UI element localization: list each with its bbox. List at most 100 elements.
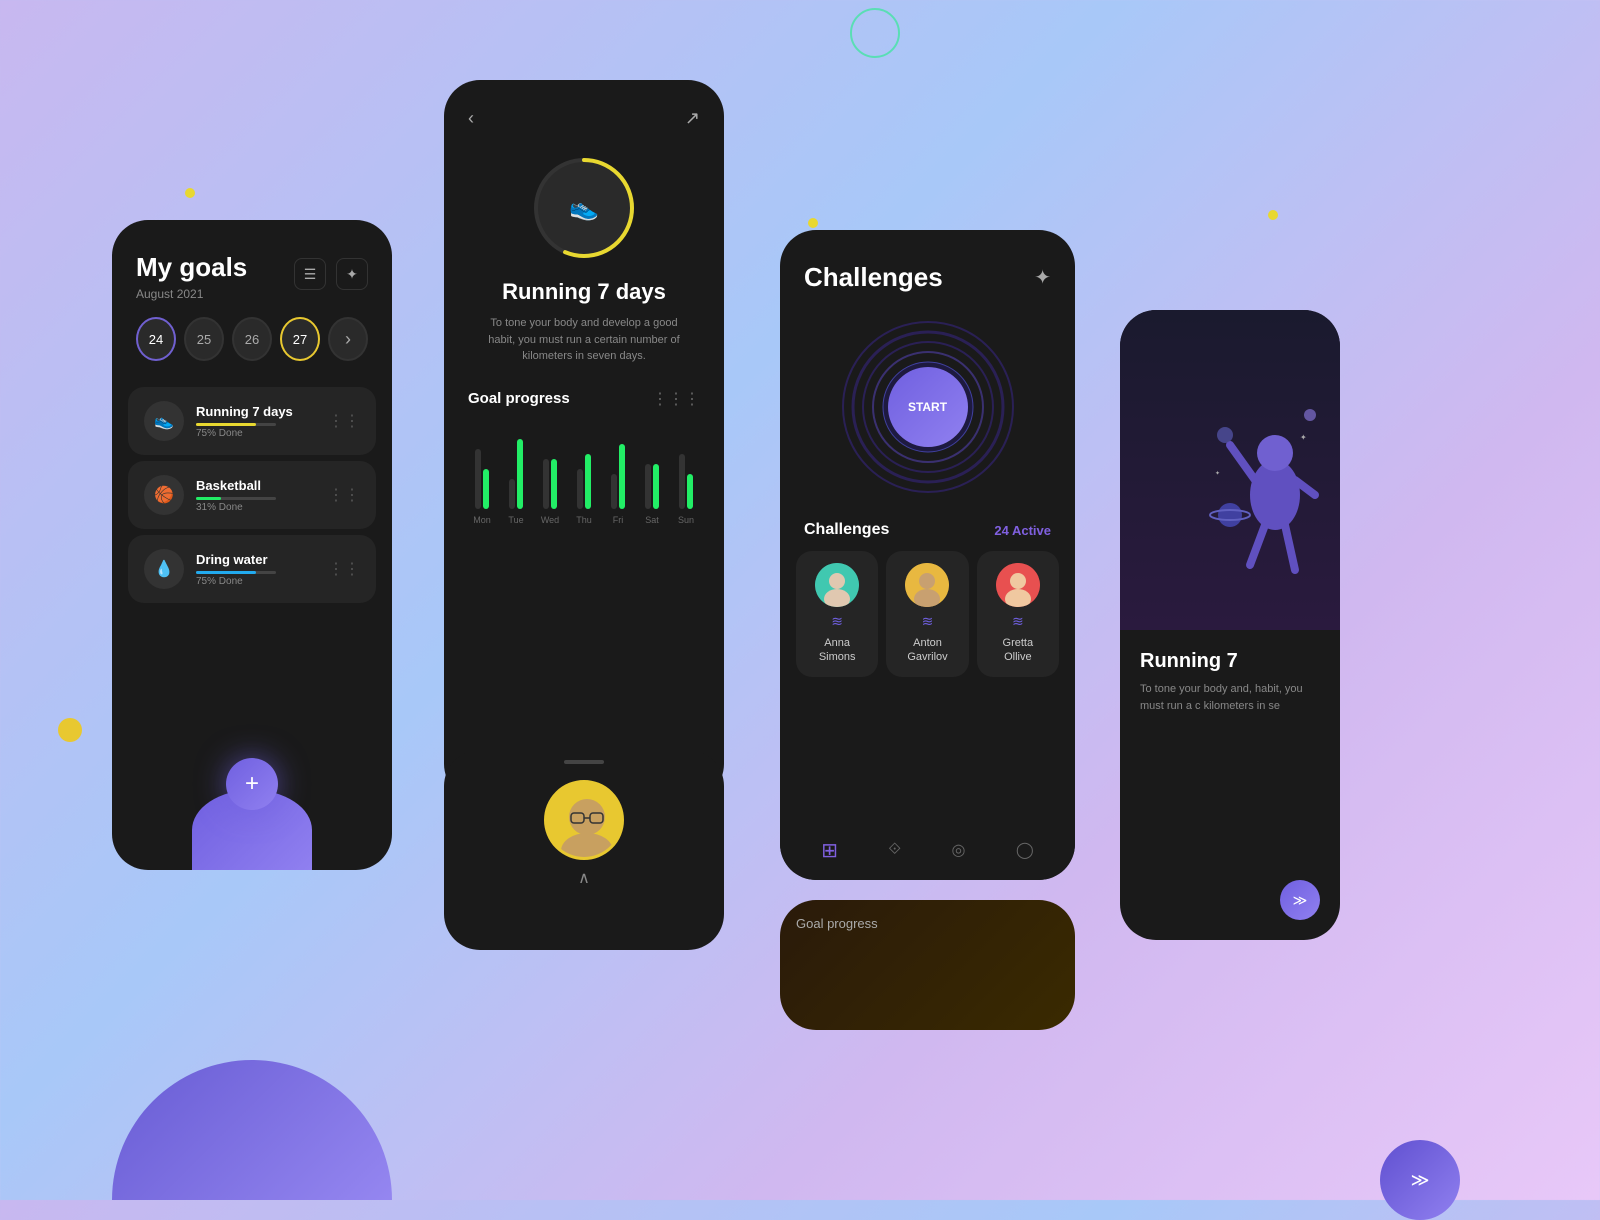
- water-progress-fill: [196, 571, 256, 574]
- bottom-phone-content: Goal progress: [780, 900, 1075, 947]
- goals-header: My goals August 2021 ☰ ✦: [112, 220, 392, 317]
- goal-item-basketball: 🏀 Basketball 31% Done ⋮⋮: [128, 461, 376, 529]
- water-pct: 75% Done: [196, 576, 316, 587]
- anton-name: AntonGavrilov: [907, 636, 947, 665]
- date-pill-25[interactable]: 25: [184, 317, 224, 361]
- profile-avatar-wrap: [444, 780, 724, 860]
- phone-profile-partial: ∧: [444, 750, 724, 950]
- chart-label-tue: Tue: [508, 515, 523, 525]
- gretta-avatar: [996, 563, 1040, 607]
- date-pill-26[interactable]: 26: [232, 317, 272, 361]
- nav-home-icon[interactable]: ⊞: [821, 838, 838, 863]
- water-info: Dring water 75% Done: [196, 552, 316, 587]
- chart-label-mon: Mon: [473, 515, 491, 525]
- chart-label-thu: Thu: [576, 515, 592, 525]
- challenges-list-header: Challenges 24 Active: [780, 513, 1075, 551]
- basketball-name: Basketball: [196, 478, 316, 493]
- chart-bar-thu: Thu: [570, 409, 598, 525]
- sparkle-icon-btn[interactable]: ✦: [336, 258, 368, 290]
- active-badge: 24 Active: [994, 523, 1051, 538]
- date-pill-27[interactable]: 27: [280, 317, 320, 361]
- water-menu[interactable]: ⋮⋮: [328, 559, 360, 579]
- chart-label-fri: Fri: [613, 515, 624, 525]
- basketball-info: Basketball 31% Done: [196, 478, 316, 513]
- running-detail-content: Running 7 To tone your body and, habit, …: [1120, 630, 1340, 714]
- water-progress-bar: [196, 571, 276, 574]
- bottom-phone-text: Goal progress: [796, 916, 1059, 931]
- challenger-card-anton: ≋ AntonGavrilov: [886, 551, 968, 677]
- gretta-rank-icon: ≋: [1012, 613, 1024, 630]
- goals-title: My goals: [136, 252, 247, 283]
- date-pill-24[interactable]: 24: [136, 317, 176, 361]
- challenges-header: Challenges ✦: [780, 230, 1075, 309]
- shoe-icon: 👟: [569, 194, 599, 223]
- chart-area: Mon Tue Wed: [468, 425, 700, 545]
- decorative-dot-2: [808, 218, 818, 228]
- chart-bar-mon: Mon: [468, 409, 496, 525]
- phone-my-goals: My goals August 2021 ☰ ✦ 24 25 26 27 › 👟…: [112, 220, 392, 870]
- running-progress-fill: [196, 423, 256, 426]
- start-ring: START: [838, 317, 1018, 497]
- start-button[interactable]: START: [888, 367, 968, 447]
- scroll-up-button[interactable]: ≫: [1280, 880, 1320, 920]
- challenger-card-anna: ≋ AnnaSimons: [796, 551, 878, 677]
- running-menu[interactable]: ⋮⋮: [328, 411, 360, 431]
- bottom-nav: ⊞ ⟐ ◎ ◯: [780, 820, 1075, 880]
- phone-running: ‹ ↗ 👟 Running 7 days To tone your body a…: [444, 80, 724, 800]
- handle-bar: [564, 760, 604, 764]
- decorative-dot-3: [58, 718, 82, 742]
- chart-menu[interactable]: ⋮⋮⋮: [652, 389, 700, 409]
- back-button[interactable]: ‹: [468, 108, 474, 129]
- challenges-list-title: Challenges: [804, 521, 889, 539]
- nav-radio-icon[interactable]: ◎: [951, 840, 965, 860]
- nav-profile-icon[interactable]: ◯: [1016, 840, 1034, 860]
- basketball-pct: 31% Done: [196, 502, 316, 513]
- date-pill-more[interactable]: ›: [328, 317, 368, 361]
- chart-label-wed: Wed: [541, 515, 559, 525]
- anton-rank-icon: ≋: [922, 613, 934, 630]
- add-goal-button[interactable]: +: [226, 758, 278, 810]
- profile-chevron[interactable]: ∧: [444, 868, 724, 888]
- chart-bar-wed: Wed: [536, 409, 564, 525]
- running-detail-desc: To tone your body and, habit, you must r…: [1140, 681, 1320, 714]
- goals-date: August 2021: [136, 287, 247, 301]
- chart-bar-sun: Sun: [672, 409, 700, 525]
- running-name: Running 7 days: [196, 404, 316, 419]
- start-ring-section: START: [780, 317, 1075, 497]
- water-icon: 💧: [144, 549, 184, 589]
- challenger-card-gretta: ≋ GrettaOllive: [977, 551, 1059, 677]
- decorative-circle: [850, 8, 900, 58]
- date-pills: 24 25 26 27 ›: [112, 317, 392, 381]
- goal-progress-header: Goal progress ⋮⋮⋮: [468, 389, 700, 409]
- bottom-left-blob: [112, 1060, 392, 1200]
- running-info: Running 7 days 75% Done: [196, 404, 316, 439]
- challenges-sparkle-icon[interactable]: ✦: [1034, 265, 1051, 290]
- chart-label-sat: Sat: [645, 515, 659, 525]
- challenges-title: Challenges: [804, 262, 943, 293]
- running-header: ‹ ↗: [444, 80, 724, 129]
- running-title: Running 7 days: [444, 279, 724, 305]
- chart-bar-fri: Fri: [604, 409, 632, 525]
- chart-bar-tue: Tue: [502, 409, 530, 525]
- running-description: To tone your body and develop a good hab…: [444, 315, 724, 365]
- nav-activity-icon[interactable]: ⟐: [888, 841, 901, 859]
- goal-progress-label: Goal progress: [468, 390, 570, 407]
- anna-name: AnnaSimons: [819, 636, 856, 665]
- phone-challenges: Challenges ✦ START Challenges 24 Active: [780, 230, 1075, 880]
- running-detail-title: Running 7: [1140, 650, 1320, 673]
- phone-bottom-partial: Goal progress: [780, 900, 1075, 1030]
- svg-text:✦: ✦: [1300, 433, 1307, 442]
- decorative-dot-4: [1268, 210, 1278, 220]
- phone-running-detail-partial: ✦ ✦ Running 7 To tone your body and, hab…: [1120, 310, 1340, 940]
- basketball-menu[interactable]: ⋮⋮: [328, 485, 360, 505]
- decorative-dot-1: [185, 188, 195, 198]
- running-pct: 75% Done: [196, 428, 316, 439]
- basketball-progress-bar: [196, 497, 276, 500]
- basketball-icon: 🏀: [144, 475, 184, 515]
- challengers-row: ≋ AnnaSimons ≋ AntonGavrilov: [780, 551, 1075, 677]
- illustration-area: ✦ ✦: [1120, 310, 1340, 630]
- share-button[interactable]: ↗: [685, 108, 700, 129]
- goal-progress-section: Goal progress ⋮⋮⋮ Mon Tue: [444, 389, 724, 545]
- list-icon-btn[interactable]: ☰: [294, 258, 326, 290]
- running-circle-section: 👟: [444, 153, 724, 263]
